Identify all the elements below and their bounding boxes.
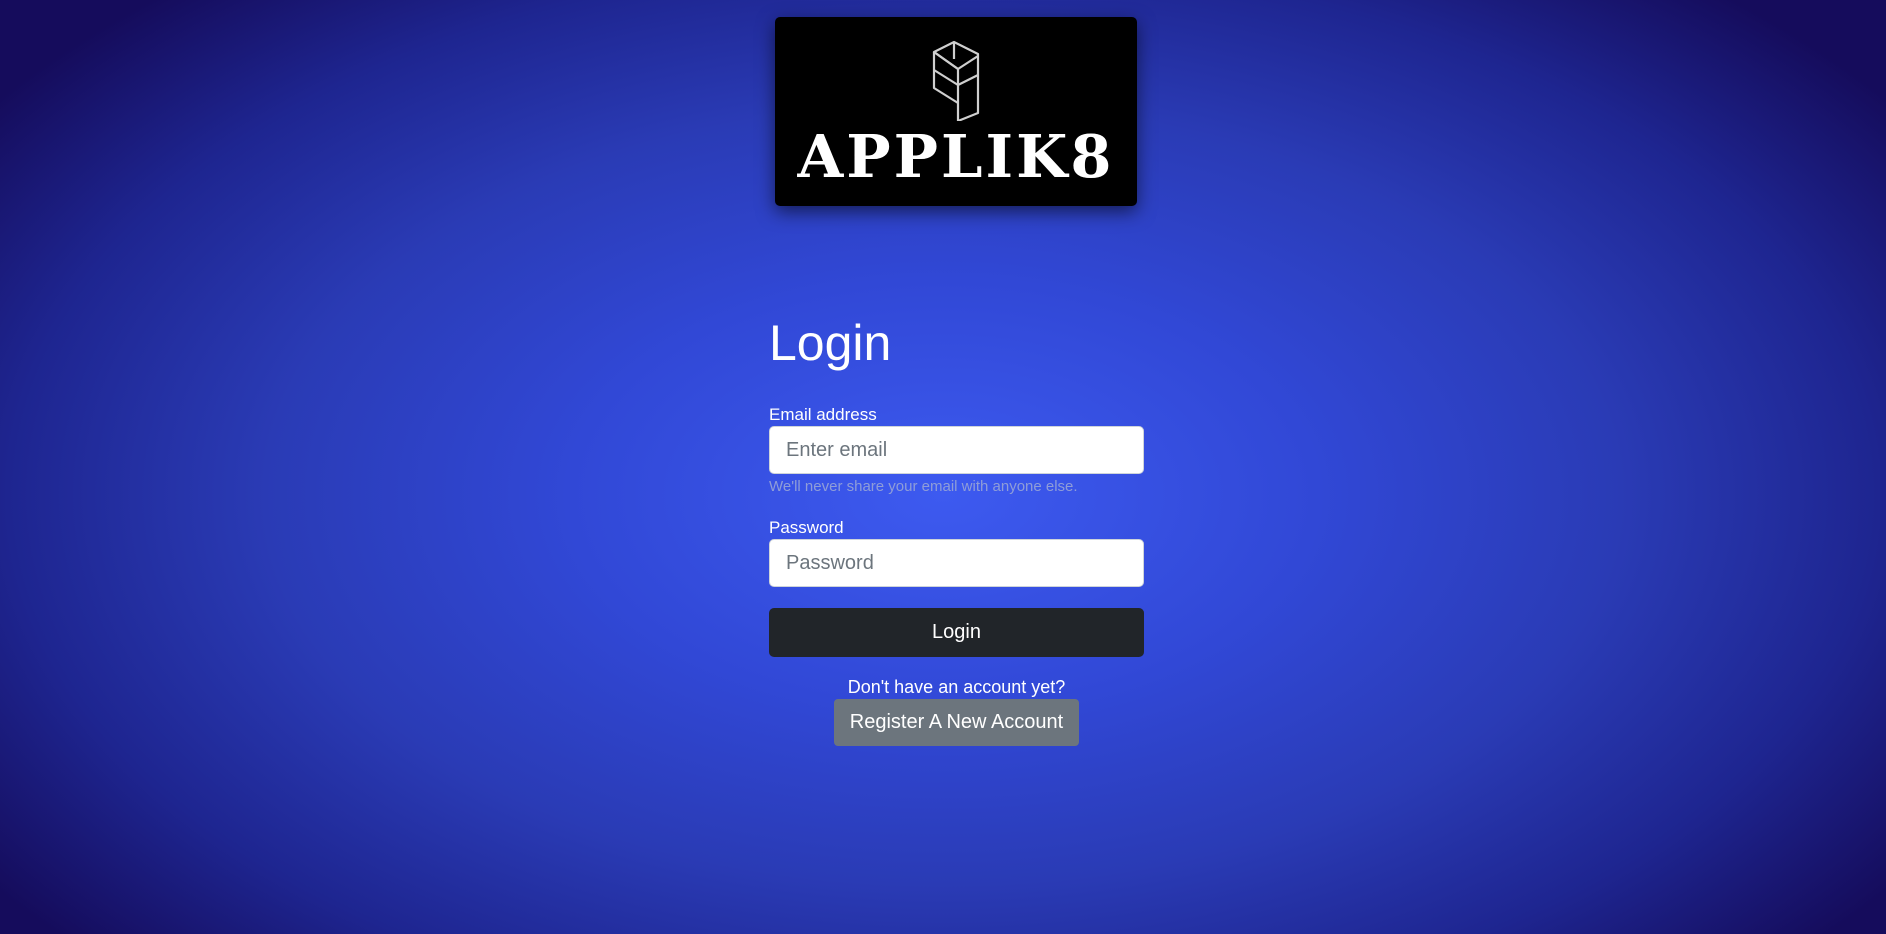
register-button[interactable]: Register A New Account — [833, 699, 1080, 746]
password-label: Password — [769, 518, 844, 537]
login-button[interactable]: Login — [769, 608, 1144, 657]
register-prompt: Don't have an account yet? — [847, 677, 1066, 697]
password-field[interactable] — [769, 539, 1144, 587]
login-form: Login Email address We'll never share yo… — [769, 318, 1144, 746]
app-logo: APPLIK8 — [775, 17, 1137, 206]
email-label: Email address — [769, 405, 877, 424]
register-section: Don't have an account yet? Register A Ne… — [769, 678, 1144, 746]
page-title: Login — [769, 315, 892, 371]
email-field[interactable] — [769, 426, 1144, 474]
isometric-door-logo-icon — [932, 40, 980, 121]
logo-text: APPLIK8 — [797, 122, 1115, 191]
email-help-text: We'll never share your email with anyone… — [769, 478, 1078, 495]
